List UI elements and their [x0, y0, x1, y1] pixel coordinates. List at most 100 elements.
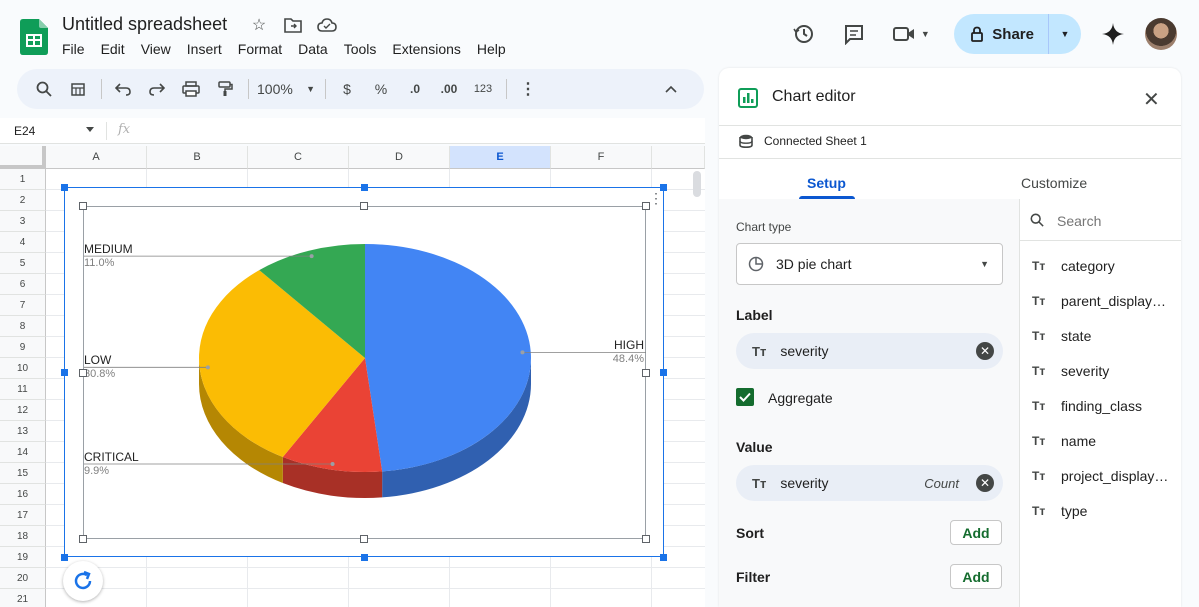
- row-header-1[interactable]: 1: [0, 169, 46, 190]
- menu-help[interactable]: Help: [477, 41, 514, 57]
- plot-handle[interactable]: [642, 535, 650, 543]
- row-header-18[interactable]: 18: [0, 526, 46, 547]
- move-to-folder-icon[interactable]: [282, 14, 304, 36]
- format-currency-button[interactable]: $: [334, 75, 360, 103]
- row-header-10[interactable]: 10: [0, 358, 46, 379]
- field-search-input[interactable]: Search: [1020, 199, 1181, 241]
- field-list-item[interactable]: Tт project_display…: [1032, 465, 1181, 487]
- search-menus-icon[interactable]: [31, 75, 57, 103]
- row-header-16[interactable]: 16: [0, 484, 46, 505]
- resize-handle[interactable]: [660, 184, 667, 191]
- add-sort-button[interactable]: Add: [950, 520, 1002, 545]
- chart-type-select[interactable]: 3D pie chart ▼: [736, 243, 1003, 285]
- print-icon[interactable]: [178, 75, 204, 103]
- resize-handle[interactable]: [361, 184, 368, 191]
- remove-label-icon[interactable]: ✕: [976, 342, 994, 360]
- spreadsheet-grid[interactable]: 21 20 19 18 17 16 15 14 13 12 11 10 9 8 7 6 5 4 3 2 1 F E D C B A …: [0, 146, 705, 607]
- menu-format[interactable]: Format: [238, 41, 290, 57]
- redo-icon[interactable]: [144, 75, 170, 103]
- field-list-item[interactable]: Tт state: [1032, 325, 1181, 347]
- cloud-saved-icon[interactable]: [316, 14, 338, 36]
- column-header-partial[interactable]: [652, 146, 705, 169]
- row-header-6[interactable]: 6: [0, 274, 46, 295]
- star-icon[interactable]: ☆: [248, 14, 270, 36]
- vertical-scrollbar[interactable]: [693, 171, 701, 197]
- sheets-logo-icon[interactable]: [20, 19, 48, 55]
- row-header-7[interactable]: 7: [0, 295, 46, 316]
- resize-handle[interactable]: [660, 369, 667, 376]
- document-title[interactable]: Untitled spreadsheet: [62, 14, 227, 35]
- zoom-select[interactable]: 100% ▼: [257, 75, 315, 103]
- calendar-table-icon[interactable]: [65, 75, 91, 103]
- resize-handle[interactable]: [61, 369, 68, 376]
- menu-extensions[interactable]: Extensions: [392, 41, 468, 57]
- plot-handle[interactable]: [360, 202, 368, 210]
- add-filter-button[interactable]: Add: [950, 564, 1002, 589]
- column-header-a[interactable]: A: [46, 146, 147, 169]
- tab-customize[interactable]: Customize: [1021, 175, 1087, 191]
- resize-handle[interactable]: [61, 554, 68, 561]
- row-header-14[interactable]: 14: [0, 442, 46, 463]
- column-header-d[interactable]: D: [349, 146, 450, 169]
- column-header-c[interactable]: C: [248, 146, 349, 169]
- increase-decimal-button[interactable]: .00: [436, 75, 462, 103]
- field-list-item[interactable]: Tт severity: [1032, 360, 1181, 382]
- share-button[interactable]: Share ▼: [954, 14, 1081, 54]
- row-header-17[interactable]: 17: [0, 505, 46, 526]
- field-list-item[interactable]: Tт category: [1032, 255, 1181, 277]
- row-header-20[interactable]: 20: [0, 568, 46, 589]
- column-header-f[interactable]: F: [551, 146, 652, 169]
- menu-data[interactable]: Data: [298, 41, 336, 57]
- menu-edit[interactable]: Edit: [101, 41, 133, 57]
- label-field-chip[interactable]: Tт severity ✕: [736, 333, 1003, 369]
- plot-handle[interactable]: [79, 535, 87, 543]
- avatar[interactable]: [1145, 18, 1177, 50]
- row-header-5[interactable]: 5: [0, 253, 46, 274]
- meet-dropdown-icon[interactable]: ▼: [921, 29, 930, 39]
- name-box[interactable]: E24: [14, 124, 35, 138]
- menu-file[interactable]: File: [62, 41, 93, 57]
- more-formats-button[interactable]: 123: [470, 75, 496, 103]
- chart-menu-icon[interactable]: ⋮: [649, 191, 663, 205]
- tab-setup[interactable]: Setup: [807, 175, 846, 191]
- row-header-4[interactable]: 4: [0, 232, 46, 253]
- row-header-8[interactable]: 8: [0, 316, 46, 337]
- row-header-11[interactable]: 11: [0, 379, 46, 400]
- version-history-icon[interactable]: [786, 16, 822, 52]
- close-icon[interactable]: ✕: [1143, 87, 1160, 112]
- column-header-b[interactable]: B: [147, 146, 248, 169]
- row-header-9[interactable]: 9: [0, 337, 46, 358]
- resize-handle[interactable]: [61, 184, 68, 191]
- field-list-item[interactable]: Tт name: [1032, 430, 1181, 452]
- row-header-3[interactable]: 3: [0, 211, 46, 232]
- menu-insert[interactable]: Insert: [187, 41, 230, 57]
- name-box-dropdown-icon[interactable]: [86, 127, 94, 132]
- row-header-21[interactable]: 21: [0, 589, 46, 607]
- menu-tools[interactable]: Tools: [344, 41, 385, 57]
- meet-icon[interactable]: ▼: [886, 16, 936, 52]
- paint-format-icon[interactable]: [212, 75, 238, 103]
- gemini-spark-icon[interactable]: [1095, 16, 1131, 52]
- row-header-19[interactable]: 19: [0, 547, 46, 568]
- menu-view[interactable]: View: [141, 41, 179, 57]
- field-list-item[interactable]: Tт finding_class: [1032, 395, 1181, 417]
- plot-handle[interactable]: [642, 369, 650, 377]
- plot-handle[interactable]: [79, 202, 87, 210]
- row-header-15[interactable]: 15: [0, 463, 46, 484]
- pie-chart[interactable]: HIGH 48.4% CRITICAL 9.9% LOW 30.8% MEDIUM 11.0%…: [61, 184, 667, 561]
- row-header-12[interactable]: 12: [0, 400, 46, 421]
- select-all-corner[interactable]: [0, 146, 46, 169]
- format-percent-button[interactable]: %: [368, 75, 394, 103]
- plot-handle[interactable]: [360, 535, 368, 543]
- plot-handle[interactable]: [79, 369, 87, 377]
- decrease-decimal-button[interactable]: .0: [402, 75, 428, 103]
- share-dropdown-icon[interactable]: ▼: [1049, 14, 1081, 54]
- field-list-item[interactable]: Tт type: [1032, 500, 1181, 522]
- share-label[interactable]: Share: [992, 26, 1034, 43]
- field-list-item[interactable]: Tт parent_display…: [1032, 290, 1181, 312]
- row-header-13[interactable]: 13: [0, 421, 46, 442]
- aggregation-value[interactable]: Count: [924, 476, 959, 491]
- resize-handle[interactable]: [660, 554, 667, 561]
- row-header-2[interactable]: 2: [0, 190, 46, 211]
- refresh-chart-button[interactable]: [63, 561, 103, 601]
